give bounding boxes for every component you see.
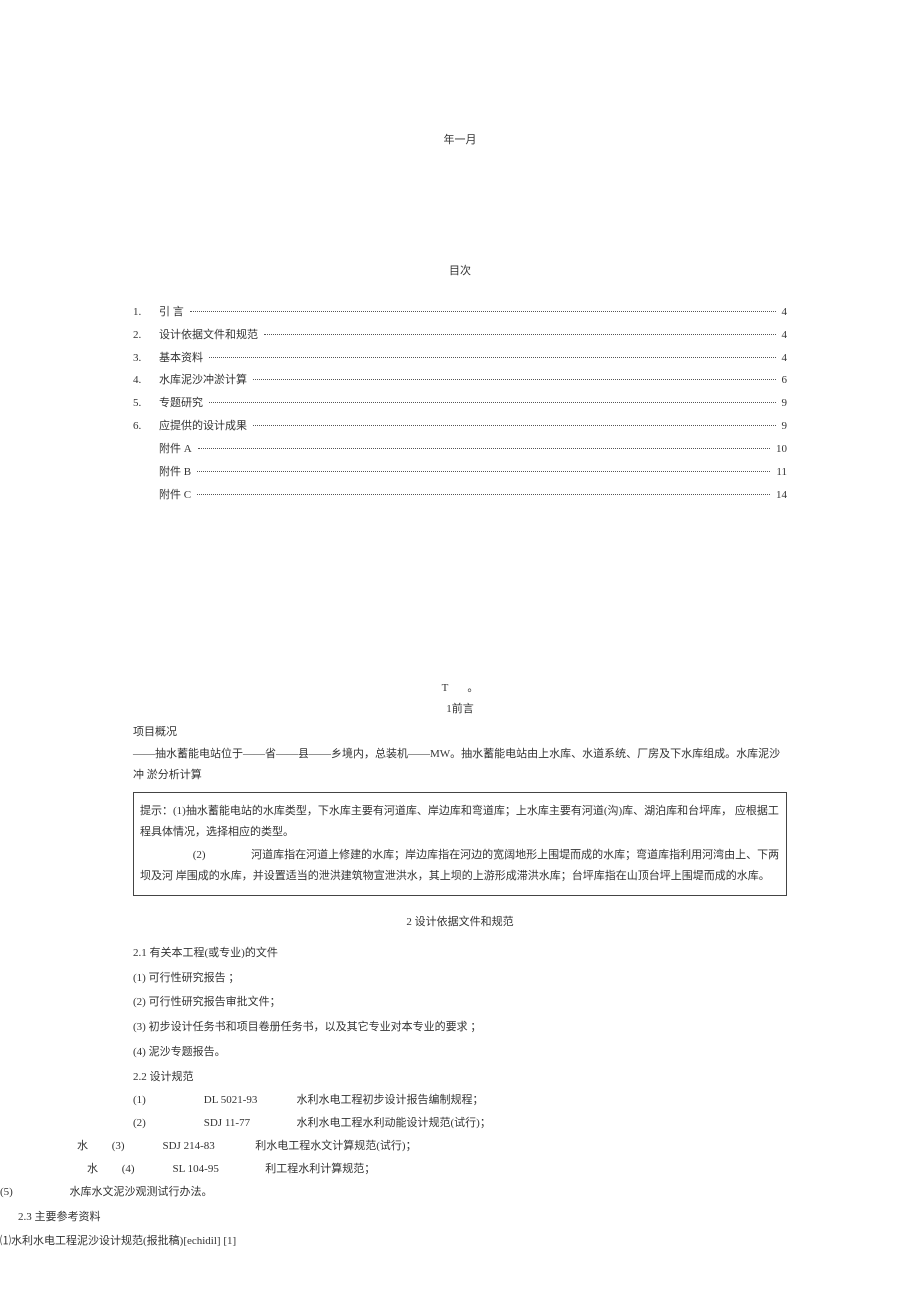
project-para: ——抽水蓄能电站位于——省——县——乡境内，总装机——MW。抽水蓄能电站由上水库… [133, 744, 787, 786]
list-item: (2) 可行性研究报告审批文件； [133, 992, 787, 1013]
std-prefix: 水 [77, 1136, 109, 1157]
standard-row: (2) SDJ 11-77 水利水电工程水利动能设计规范(试行)； [133, 1113, 787, 1134]
toc-label: 应提供的设计成果 [159, 416, 251, 437]
list-item: (4) 泥沙专题报告。 [133, 1042, 787, 1063]
toc-title: 目次 [133, 261, 787, 282]
toc-page: 10 [772, 439, 787, 460]
toc-num: 3. [133, 348, 159, 369]
toc-row: 4. 水库泥沙冲淤计算 6 [133, 370, 787, 391]
toc-page: 14 [772, 485, 787, 506]
std-prefix: 水 [87, 1159, 119, 1180]
toc-row: 6. 应提供的设计成果 9 [133, 416, 787, 437]
toc-dots [197, 485, 770, 495]
std-code: SDJ 214-83 [163, 1136, 253, 1157]
toc-page: 9 [778, 393, 788, 414]
toc-page: 4 [778, 325, 788, 346]
toc-list: 1. 引 言 4 2. 设计依据文件和规范 4 3. 基本资料 4 4. 水库泥… [133, 302, 787, 506]
dot-marker: 。 [467, 682, 478, 694]
toc-label: 附件 A [159, 439, 196, 460]
std-code: SL 104-95 [173, 1159, 263, 1180]
standard-row: 水 (3) SDJ 214-83 利水电工程水文计算规范(试行)； [77, 1136, 787, 1157]
toc-dots [264, 325, 776, 335]
toc-dots [198, 439, 770, 449]
toc-label: 设计依据文件和规范 [159, 325, 262, 346]
s2-3-1: ⑴水利水电工程泥沙设计规范(报批稿)[echidil] [1] [0, 1231, 787, 1252]
toc-row: 1. 引 言 4 [133, 302, 787, 323]
toc-dots [197, 462, 770, 472]
std-desc: 水利水电工程初步设计报告编制规程； [297, 1094, 484, 1106]
toc-row: 附件 A 10 [133, 439, 787, 460]
toc-num: 6. [133, 416, 159, 437]
std-desc: 水利水电工程水利动能设计规范(试行)； [297, 1117, 491, 1129]
toc-num: 2. [133, 325, 159, 346]
hint-p1: 提示：(1)抽水蓄能电站的水库类型，下水库主要有河道库、岸边库和弯道库；上水库主… [140, 801, 780, 843]
section-2-title: 2 设计依据文件和规范 [133, 912, 787, 933]
toc-dots [209, 393, 776, 403]
toc-label: 基本资料 [159, 348, 207, 369]
t-marker: T [442, 682, 449, 694]
toc-page: 11 [772, 462, 787, 483]
standard-row: (1) DL 5021-93 水利水电工程初步设计报告编制规程； [133, 1090, 787, 1111]
toc-label: 附件 C [159, 485, 195, 506]
toc-row: 2. 设计依据文件和规范 4 [133, 325, 787, 346]
date-line: 年一月 [133, 130, 787, 151]
list-item: (3) 初步设计任务书和项目卷册任务书，以及其它专业对本专业的要求 ； [133, 1017, 787, 1038]
standard-row: 水 (4) SL 104-95 利工程水利计算规范； [87, 1159, 787, 1180]
standard-row-5: (5) 水库水文泥沙观测试行办法。 [0, 1182, 787, 1203]
std-idx: (2) [133, 1113, 201, 1134]
toc-page: 4 [778, 348, 788, 369]
t-marker-line: T 。 [133, 678, 787, 699]
std-desc: 利工程水利计算规范； [265, 1163, 375, 1175]
std-code: DL 5021-93 [204, 1090, 294, 1111]
toc-page: 4 [778, 302, 788, 323]
toc-label: 附件 B [159, 462, 195, 483]
toc-dots [253, 416, 776, 426]
s2-3-heading: 2.3 主要参考资料 [18, 1207, 787, 1228]
toc-row: 附件 C 14 [133, 485, 787, 506]
s2-2-heading: 2.2 设计规范 [133, 1067, 787, 1088]
std-desc: 利水电工程水文计算规范(试行)； [255, 1140, 416, 1152]
toc-row: 3. 基本资料 4 [133, 348, 787, 369]
toc-row: 5. 专题研究 9 [133, 393, 787, 414]
std-desc: 水库水文泥沙观测试行办法。 [70, 1186, 213, 1198]
toc-dots [209, 348, 776, 358]
hint-box: 提示：(1)抽水蓄能电站的水库类型，下水库主要有河道库、岸边库和弯道库；上水库主… [133, 792, 787, 896]
std-idx: (3) [112, 1136, 160, 1157]
toc-label: 专题研究 [159, 393, 207, 414]
toc-label: 引 言 [159, 302, 188, 323]
toc-dots [190, 302, 776, 312]
toc-num: 5. [133, 393, 159, 414]
s2-3-1-text: ⑴水利水电工程泥沙设计规范(报批稿) [0, 1235, 183, 1247]
toc-dots [253, 370, 776, 380]
hint-p2-num: (2) [193, 849, 206, 861]
toc-num [133, 462, 159, 483]
toc-page: 6 [778, 370, 788, 391]
hint-p2-text: 河道库指在河道上修建的水库；岸边库指在河边的宽阔地形上围堤而成的水库；弯道库指利… [140, 849, 779, 882]
list-item: (1) 可行性研究报告 ； [133, 968, 787, 989]
toc-row: 附件 B 11 [133, 462, 787, 483]
project-heading: 项目概况 [133, 722, 787, 743]
toc-label: 水库泥沙冲淤计算 [159, 370, 251, 391]
toc-page: 9 [778, 416, 788, 437]
toc-num: 1. [133, 302, 159, 323]
std-idx: (4) [122, 1159, 170, 1180]
toc-num: 4. [133, 370, 159, 391]
hint-p2: (2) 河道库指在河道上修建的水库；岸边库指在河边的宽阔地形上围堤而成的水库；弯… [140, 845, 780, 887]
std-idx: (5) [0, 1182, 34, 1203]
std-idx: (1) [133, 1090, 201, 1111]
preface-title: 1前言 [133, 699, 787, 720]
toc-num [133, 439, 159, 460]
std-code: SDJ 11-77 [204, 1113, 294, 1134]
ref-tag: [echidil] [1] [183, 1235, 236, 1247]
toc-num [133, 485, 159, 506]
s2-1-heading: 2.1 有关本工程(或专业)的文件 [133, 943, 787, 964]
